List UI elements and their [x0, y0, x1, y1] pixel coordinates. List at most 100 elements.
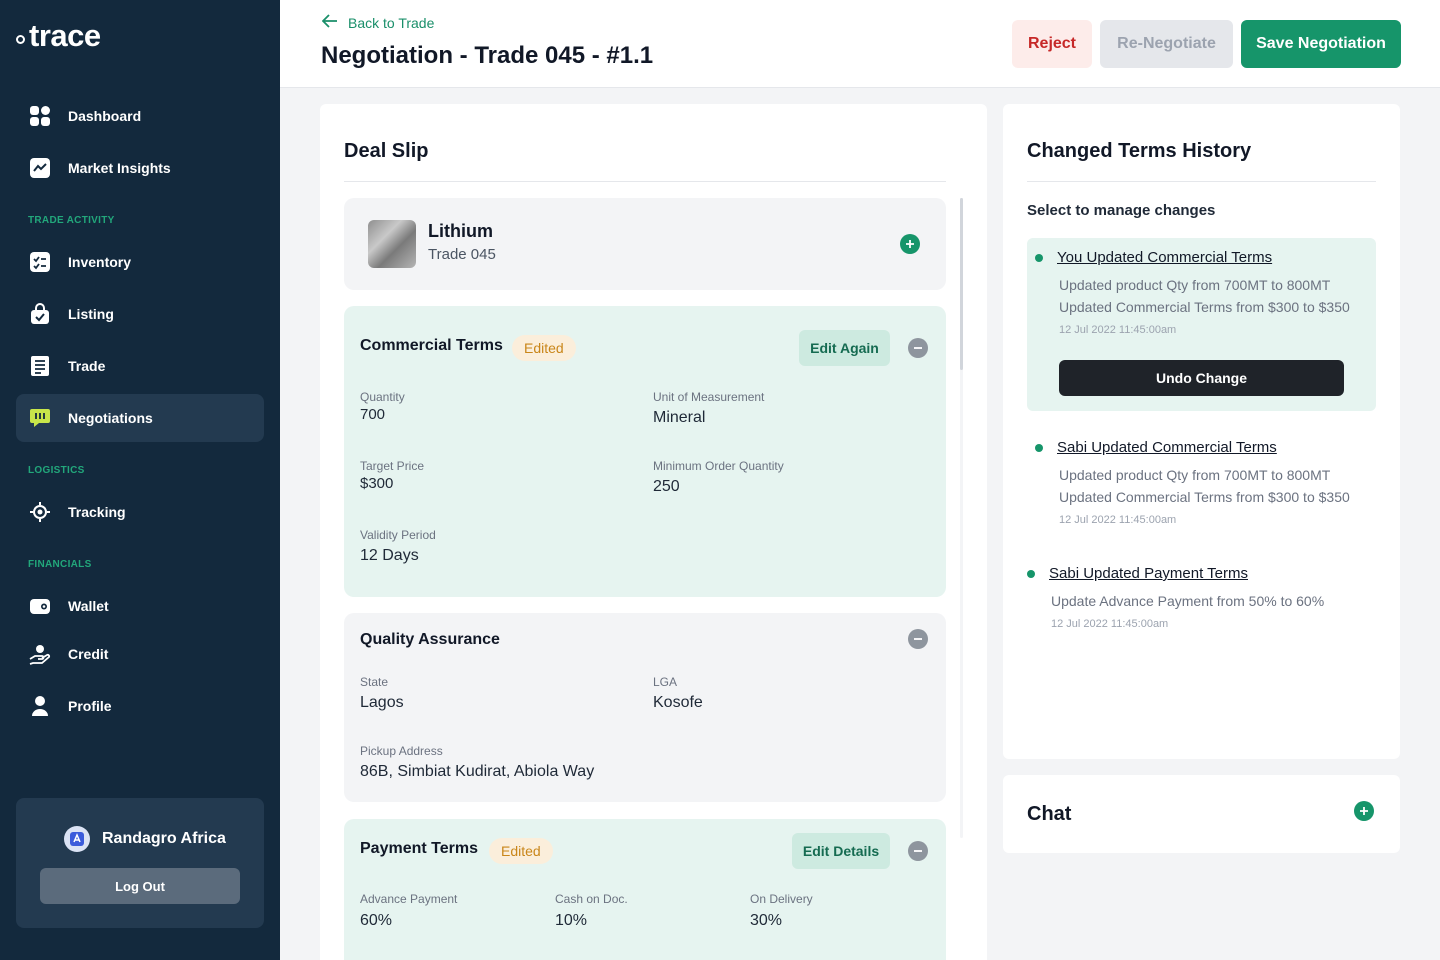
commercial-terms-card: Commercial Terms Edited Edit Again Quant… — [344, 306, 946, 597]
history-entry-time: 12 Jul 2022 11:45:00am — [1059, 514, 1177, 526]
history-divider — [1027, 181, 1376, 182]
sidebar-item-label: Listing — [68, 306, 114, 322]
sidebar-item-tracking[interactable]: Tracking — [16, 488, 264, 536]
product-name: Lithium — [428, 221, 493, 241]
page-title: Negotiation - Trade 045 - #1.1 — [321, 42, 654, 69]
pickup-address-label: Pickup Address — [360, 744, 443, 758]
sidebar-item-label: Inventory — [68, 254, 132, 270]
sidebar-item-trade[interactable]: Trade — [16, 342, 264, 390]
sidebar-item-label: Wallet — [68, 598, 109, 614]
renegotiate-button[interactable]: Re-Negotiate — [1100, 20, 1233, 68]
history-title: Changed Terms History — [1027, 140, 1252, 162]
page-header: Back to Trade Negotiation - Trade 045 - … — [280, 0, 1440, 88]
minus-icon[interactable] — [908, 629, 928, 649]
deal-slip-title: Deal Slip — [344, 140, 429, 162]
plus-icon[interactable] — [900, 234, 920, 254]
moq-label: Minimum Order Quantity — [653, 459, 784, 473]
sidebar-item-profile[interactable]: Profile — [16, 682, 264, 730]
account-name-row: Randagro Africa — [64, 826, 226, 852]
logo-wordmark: trace — [29, 18, 101, 53]
history-entry-line: Update Advance Payment from 50% to 60% — [1051, 593, 1325, 609]
grid-icon — [28, 104, 52, 128]
hand-coin-icon — [28, 642, 52, 666]
history-entry-time: 12 Jul 2022 11:45:00am — [1059, 324, 1177, 336]
back-link-label: Back to Trade — [348, 14, 435, 31]
sidebar-item-listing[interactable]: Listing — [16, 290, 264, 338]
product-thumbnail — [368, 220, 416, 268]
uom-value: Mineral — [653, 409, 706, 426]
product-trade: Trade 045 — [428, 246, 496, 263]
target-price-label: Target Price — [360, 459, 425, 473]
sidebar-item-wallet[interactable]: Wallet — [16, 582, 264, 630]
sidebar-item-label: Market Insights — [68, 160, 171, 176]
commercial-terms-title: Commercial Terms — [360, 337, 503, 354]
cash-on-doc-value: 10% — [555, 912, 588, 929]
quantity-value: 700 — [360, 406, 386, 423]
target-price-value: $300 — [360, 475, 394, 492]
checklist-icon — [28, 250, 52, 274]
history-entry-title[interactable]: You Updated Commercial Terms — [1057, 249, 1272, 266]
validity-value: 12 Days — [360, 547, 419, 564]
edit-details-button[interactable]: Edit Details — [792, 833, 890, 869]
account-card: Randagro Africa Log Out — [16, 798, 264, 928]
lga-label: LGA — [653, 675, 678, 689]
chart-icon — [28, 156, 52, 180]
sidebar-item-label: Dashboard — [68, 108, 142, 124]
history-entry-title[interactable]: Sabi Updated Commercial Terms — [1057, 439, 1277, 456]
deal-slip-divider — [344, 181, 946, 182]
receipt-icon — [28, 354, 52, 378]
edited-badge: Edited — [489, 838, 553, 864]
plus-icon[interactable] — [1354, 801, 1374, 821]
history-bullet — [1035, 254, 1043, 262]
sidebar-item-label: Negotiations — [68, 410, 153, 426]
cash-on-doc-label: Cash on Doc. — [555, 892, 628, 906]
payment-terms-title: Payment Terms — [360, 840, 478, 857]
sidebar-item-dashboard[interactable]: Dashboard — [16, 92, 264, 140]
on-delivery-value: 30% — [750, 912, 783, 929]
section-financials: FINANCIALS — [28, 559, 92, 570]
sidebar-item-market-insights[interactable]: Market Insights — [16, 144, 264, 192]
history-entry-line: Updated Commercial Terms from $300 to $3… — [1059, 299, 1350, 315]
state-label: State — [360, 675, 389, 689]
chat-title: Chat — [1027, 803, 1072, 825]
undo-change-button[interactable]: Undo Change — [1059, 360, 1344, 396]
moq-value: 250 — [653, 478, 680, 495]
edited-badge: Edited — [512, 335, 576, 361]
account-name: Randagro Africa — [102, 830, 226, 847]
history-entry-line: Updated product Qty from 700MT to 800MT — [1059, 467, 1331, 483]
sidebar-item-label: Tracking — [68, 504, 126, 520]
deal-slip-scroll-thumb[interactable] — [960, 198, 963, 370]
trace-logo[interactable]: trace — [16, 18, 101, 54]
sidebar-item-negotiations[interactable]: Negotiations — [16, 394, 264, 442]
minus-icon[interactable] — [908, 338, 928, 358]
sidebar-item-inventory[interactable]: Inventory — [16, 238, 264, 286]
minus-icon[interactable] — [908, 841, 928, 861]
reject-button[interactable]: Reject — [1012, 20, 1092, 68]
sidebar: trace Dashboard Market Insights TRADE AC… — [0, 0, 280, 960]
history-bullet — [1035, 444, 1043, 452]
edit-again-button[interactable]: Edit Again — [799, 330, 890, 366]
save-negotiation-button[interactable]: Save Negotiation — [1241, 20, 1401, 68]
logout-button[interactable]: Log Out — [40, 868, 240, 904]
quality-assurance-card: Quality Assurance State Lagos LGA Kosofe… — [344, 613, 946, 802]
quantity-label: Quantity — [360, 390, 405, 404]
history-entry-line: Updated product Qty from 700MT to 800MT — [1059, 277, 1331, 293]
bag-icon — [28, 302, 52, 326]
pickup-address-value: 86B, Simbiat Kudirat, Abiola Way — [360, 763, 595, 780]
wallet-icon — [28, 594, 52, 618]
uom-label: Unit of Measurement — [653, 390, 765, 404]
arrow-left-icon — [321, 14, 338, 31]
target-icon — [28, 500, 52, 524]
sidebar-item-label: Credit — [68, 646, 109, 662]
advance-payment-value: 60% — [360, 912, 393, 929]
history-entry-title[interactable]: Sabi Updated Payment Terms — [1049, 565, 1248, 582]
lga-value: Kosofe — [653, 694, 703, 711]
product-card: Lithium Trade 045 — [344, 198, 946, 290]
advance-payment-label: Advance Payment — [360, 892, 458, 906]
sidebar-item-credit[interactable]: Credit — [16, 630, 264, 678]
section-logistics: LOGISTICS — [28, 465, 85, 476]
payment-terms-card: Payment Terms Edited Edit Details Advanc… — [344, 819, 946, 960]
history-subtitle: Select to manage changes — [1027, 202, 1216, 219]
back-to-trade-link[interactable]: Back to Trade — [321, 14, 435, 31]
section-trade-activity: TRADE ACTIVITY — [28, 215, 115, 226]
